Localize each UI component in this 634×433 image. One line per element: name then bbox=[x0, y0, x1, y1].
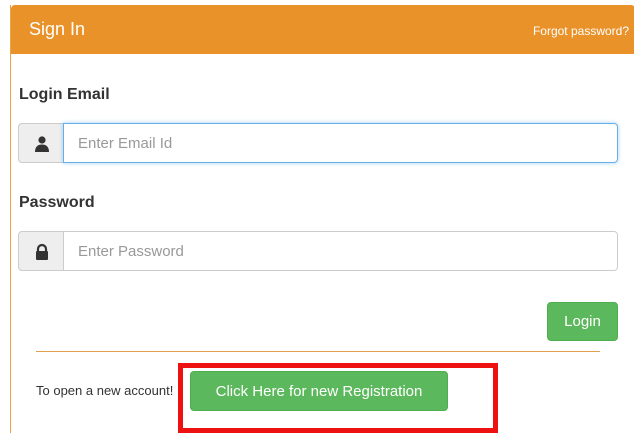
email-input[interactable] bbox=[63, 123, 618, 163]
divider bbox=[36, 351, 600, 352]
open-account-text: To open a new account! bbox=[36, 383, 174, 398]
password-input-group bbox=[18, 231, 618, 271]
password-input[interactable] bbox=[63, 231, 618, 271]
login-button[interactable]: Login bbox=[547, 302, 618, 341]
password-label: Password bbox=[19, 194, 95, 211]
email-input-group bbox=[18, 123, 618, 163]
new-registration-button[interactable]: Click Here for new Registration bbox=[190, 371, 448, 411]
user-icon bbox=[18, 123, 64, 163]
panel-title: Sign In bbox=[29, 19, 86, 39]
lock-icon bbox=[18, 231, 64, 271]
sign-in-panel: Sign In Forgot password? bbox=[10, 5, 634, 433]
forgot-password-link[interactable]: Forgot password? bbox=[533, 24, 629, 38]
panel-header: Sign In Forgot password? bbox=[11, 5, 634, 54]
login-email-label: Login Email bbox=[19, 86, 110, 103]
